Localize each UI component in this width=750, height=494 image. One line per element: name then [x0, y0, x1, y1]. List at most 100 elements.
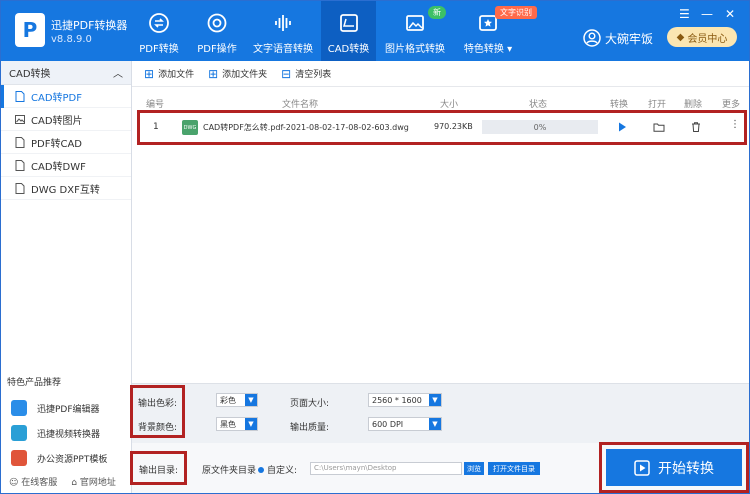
folder-open-icon[interactable]	[653, 121, 665, 133]
add-folder-button[interactable]: ⊞ 添加文件夹	[208, 66, 267, 81]
nav-label: CAD转换	[327, 44, 370, 55]
video-converter-icon	[11, 425, 27, 441]
sidebar-item-cad-to-dwf[interactable]: CAD转DWF	[1, 154, 131, 177]
play-icon	[634, 459, 650, 476]
top-bar: P 迅捷PDF转换器 v8.8.9.0 PDF转换 PDF操作 文字语音转换 C…	[1, 1, 749, 61]
progress-text: 0%	[533, 122, 547, 132]
audio-icon	[275, 15, 291, 31]
output-path-input[interactable]: C:\Users\mayn\Desktop	[310, 462, 462, 475]
chevron-down-icon: ▼	[245, 418, 257, 430]
add-file-label: 添加文件	[158, 70, 195, 80]
vip-label: 会员中心	[687, 33, 728, 45]
page-size-label: 页面大小:	[290, 399, 330, 409]
clear-list-button[interactable]: ⊟ 清空列表	[281, 66, 332, 81]
play-icon[interactable]	[616, 121, 628, 133]
app-name: 迅捷PDF转换器	[51, 19, 128, 32]
sidebar-section-header[interactable]: CAD转换 ︿	[1, 61, 131, 85]
new-badge: 新	[428, 6, 446, 19]
col-delete: 删除	[684, 100, 703, 110]
source-folder-option[interactable]: 原文件夹目录	[202, 463, 256, 476]
sidebar-item-label: PDF转CAD	[31, 138, 83, 150]
vip-center-button[interactable]: ◆ 会员中心	[667, 27, 737, 47]
footer-label: 在线客服	[21, 478, 58, 488]
nav-label: 图片格式转换	[385, 44, 445, 55]
quality-label: 输出质量:	[290, 423, 330, 433]
app-version: v8.8.9.0	[51, 34, 92, 45]
sidebar-item-cad-to-image[interactable]: CAD转图片	[1, 108, 131, 131]
cad-icon	[339, 14, 358, 32]
start-convert-button[interactable]: 开始转换	[606, 449, 742, 486]
featured-label: 迅捷视频转换器	[37, 429, 101, 440]
document-icon	[15, 136, 25, 148]
add-file-button[interactable]: ⊞ 添加文件	[144, 67, 195, 81]
featured-video-converter[interactable]: 迅捷视频转换器	[11, 422, 100, 444]
nav-pdf-operate[interactable]: PDF操作	[191, 1, 243, 61]
ocr-badge: 文字识别	[495, 6, 537, 19]
bg-value: 黑色	[220, 419, 236, 429]
bg-color-select[interactable]: 黑色 ▼	[216, 417, 258, 431]
featured-pdf-editor[interactable]: 迅捷PDF编辑器	[11, 397, 100, 419]
sidebar-item-dwg-dxf[interactable]: DWG DXF互转	[1, 177, 131, 200]
nav-cad-convert[interactable]: CAD转换	[321, 1, 376, 61]
col-size: 大小	[440, 100, 459, 110]
open-folder-button[interactable]: 打开文件目录	[488, 462, 540, 475]
app-window: P 迅捷PDF转换器 v8.8.9.0 PDF转换 PDF操作 文字语音转换 C…	[0, 0, 750, 494]
nav-pdf-convert[interactable]: PDF转换	[133, 1, 185, 61]
col-convert: 转换	[610, 100, 629, 110]
quality-select[interactable]: 600 DPI ▼	[368, 417, 442, 431]
chevron-up-icon: ︿	[113, 69, 123, 80]
featured-title: 特色产品推荐	[7, 378, 62, 388]
menu-icon[interactable]: ☰	[679, 7, 690, 21]
clear-list-label: 清空列表	[295, 70, 332, 80]
folder-plus-icon: ⊞	[208, 66, 219, 81]
document-icon	[15, 159, 25, 171]
quality-value: 600 DPI	[372, 419, 404, 429]
col-open: 打开	[648, 100, 667, 110]
sidebar-item-pdf-to-cad[interactable]: PDF转CAD	[1, 131, 131, 154]
app-logo-icon: P	[15, 13, 45, 47]
page-size-value: 2560 * 1600	[372, 395, 422, 405]
nav-label: PDF转换	[139, 44, 179, 55]
gear-icon	[207, 13, 227, 33]
col-more: 更多	[722, 100, 741, 110]
col-num: 编号	[146, 100, 165, 110]
image-icon	[15, 114, 25, 124]
radio-selected-icon	[258, 467, 264, 473]
sidebar-item-cad-to-pdf[interactable]: CAD转PDF	[1, 85, 131, 108]
file-name: CAD转PDF怎么转.pdf-2021-08-02-17-08-02-603.d…	[203, 123, 409, 132]
featured-ppt-template[interactable]: 办公资源PPT模板	[11, 447, 107, 469]
close-icon[interactable]: ✕	[725, 7, 735, 21]
clear-icon: ⊟	[281, 66, 292, 81]
sidebar-section-title: CAD转换	[9, 69, 51, 80]
chevron-down-icon: ▼	[429, 418, 441, 430]
trash-icon[interactable]	[690, 121, 702, 133]
settings-panel: 输出色彩: 背景颜色: 彩色 ▼ 黑色 ▼ 页面大小: 输出质量: 2560 * 1…	[130, 383, 749, 443]
minimize-icon[interactable]: —	[701, 7, 713, 21]
start-convert-label: 开始转换	[658, 460, 714, 477]
nav-label: 文字语音转换	[253, 44, 313, 55]
color-label: 输出色彩:	[138, 399, 178, 409]
website-link[interactable]: ⌂ 官网地址	[71, 475, 116, 488]
more-icon[interactable]: ⋮	[730, 119, 740, 130]
sidebar-item-label: DWG DXF互转	[31, 184, 100, 196]
footer-label: 官网地址	[79, 478, 116, 488]
featured-label: 办公资源PPT模板	[37, 454, 108, 465]
color-select[interactable]: 彩色 ▼	[216, 393, 258, 407]
page-size-select[interactable]: 2560 * 1600 ▼	[368, 393, 442, 407]
nav-label: 特色转换 ▾	[463, 44, 513, 55]
table-row[interactable]: 1 DWG CAD转PDF怎么转.pdf-2021-08-02-17-08-02…	[137, 110, 747, 145]
user-account[interactable]: 大碗牢饭	[583, 29, 653, 47]
online-service-link[interactable]: ☺ 在线客服	[9, 475, 57, 488]
document-icon	[15, 182, 25, 194]
browse-button[interactable]: 浏览	[464, 462, 484, 475]
row-number: 1	[153, 122, 159, 132]
nav-label: PDF操作	[197, 44, 237, 55]
document-icon	[15, 90, 25, 102]
custom-folder-option[interactable]: 自定义:	[258, 463, 297, 476]
nav-text-speech[interactable]: 文字语音转换	[249, 1, 317, 61]
start-button-highlight: 开始转换	[599, 442, 749, 493]
ppt-template-icon	[11, 450, 27, 466]
sidebar-item-label: CAD转图片	[31, 115, 83, 127]
col-name: 文件名称	[282, 100, 319, 110]
image-icon	[406, 15, 424, 31]
